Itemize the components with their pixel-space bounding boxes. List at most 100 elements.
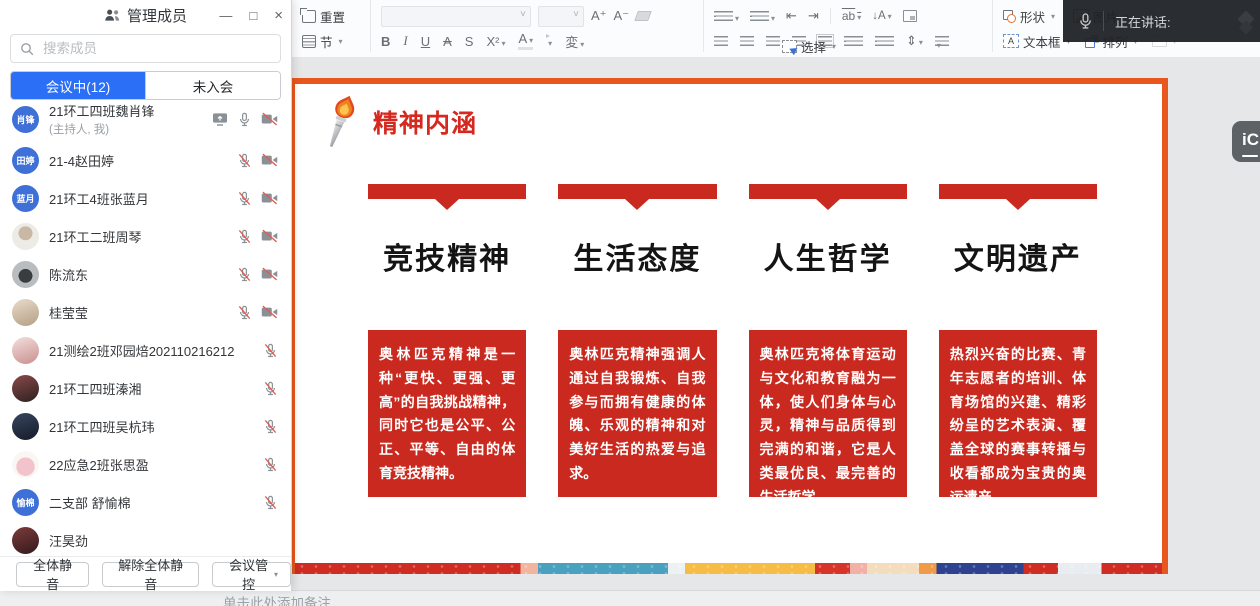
mic-off-icon[interactable]: [237, 153, 252, 168]
font-name-select[interactable]: [381, 6, 531, 27]
search-box[interactable]: [10, 34, 281, 63]
member-row[interactable]: 肖锋 21环工四班魏肖锋 (主持人, 我): [0, 97, 291, 141]
section-button[interactable]: 节: [302, 32, 343, 51]
notes-bar[interactable]: 单击此处添加备注: [0, 590, 1260, 606]
mic-off-icon[interactable]: [263, 419, 278, 434]
screenshare-icon[interactable]: [212, 112, 228, 126]
mic-off-icon[interactable]: [263, 495, 278, 510]
select-button[interactable]: 选择: [782, 37, 836, 56]
member-row[interactable]: 22应急2班张思盈: [0, 445, 291, 483]
banner-notch: [435, 199, 459, 210]
member-row[interactable]: 21环工四班溱湘: [0, 369, 291, 407]
cam-off-icon[interactable]: [261, 191, 278, 205]
cam-off-icon[interactable]: [261, 153, 278, 167]
font-size-select[interactable]: [538, 6, 584, 27]
textbox-button[interactable]: A文本框: [1003, 32, 1071, 51]
unmute-all-button[interactable]: 解除全体静音: [102, 562, 199, 587]
italic-button[interactable]: I: [403, 33, 407, 49]
pinyin-button[interactable]: 変: [565, 32, 584, 51]
mic-off-icon[interactable]: [237, 305, 252, 320]
tab-in-meeting[interactable]: 会议中(12): [11, 72, 145, 99]
panel-footer: 全体静音 解除全体静音 会议管控: [0, 556, 291, 591]
slide-column[interactable]: 竞技精神 奥林匹克精神是一种“更快、更强、更高”的自我挑战精神，同时它也是公平、…: [368, 184, 526, 497]
cam-off-icon[interactable]: [261, 305, 278, 319]
align-center-icon[interactable]: [740, 36, 754, 46]
member-row[interactable]: 田婷 21-4赵田婷: [0, 141, 291, 179]
member-status-icons: [263, 343, 278, 358]
mic-off-icon[interactable]: [263, 457, 278, 472]
search-input[interactable]: [41, 40, 280, 57]
side-floating-widget[interactable]: iC: [1232, 121, 1260, 162]
decrease-indent-button[interactable]: ⇤: [786, 8, 797, 24]
strikethrough-button[interactable]: A: [443, 34, 452, 49]
align-left-icon[interactable]: [714, 36, 728, 46]
column-body: 奥林匹克将体育运动与文化和教育融为一体，使人们身体与心灵，精神与品质得到完满的和…: [749, 330, 907, 497]
close-button[interactable]: ×: [274, 7, 283, 24]
slide-column[interactable]: 文明遗产 热烈兴奋的比赛、青年志愿者的培训、体育场馆的兴建、精彩纷呈的艺术表演、…: [939, 184, 1097, 497]
highlight-button[interactable]: [546, 34, 552, 49]
clear-format-icon[interactable]: [634, 11, 652, 21]
member-row[interactable]: 桂莹莹: [0, 293, 291, 331]
cam-off-icon[interactable]: [261, 267, 278, 281]
microphone-icon: [1078, 12, 1093, 30]
mic-off-icon[interactable]: [237, 229, 252, 244]
member-list: 肖锋 21环工四班魏肖锋 (主持人, 我) 田婷 21-4赵田婷 蓝月 21环工…: [0, 97, 291, 556]
maximize-button[interactable]: □: [249, 8, 257, 23]
paragraph-settings-icon[interactable]: [935, 36, 949, 46]
member-row[interactable]: 蓝月 21环工4班张蓝月: [0, 179, 291, 217]
member-name: 21环工四班溱湘: [49, 379, 263, 398]
slide-title[interactable]: 精神内涵: [373, 104, 477, 140]
member-row[interactable]: 陈流东: [0, 255, 291, 293]
cam-off-icon[interactable]: [261, 229, 278, 243]
column-spacing-icon[interactable]: [844, 36, 863, 46]
mute-all-button[interactable]: 全体静音: [16, 562, 89, 587]
notes-placeholder: 单击此处添加备注: [223, 592, 331, 606]
minimize-button[interactable]: —: [219, 8, 232, 23]
member-row[interactable]: 愉棉 二支部 舒愉棉: [0, 483, 291, 521]
column-heading: 生活态度: [558, 234, 716, 278]
select-label: 选择: [801, 37, 826, 56]
mic-off-icon[interactable]: [237, 267, 252, 282]
member-status-icons: [237, 305, 278, 320]
avatar: 蓝月: [12, 185, 39, 212]
vertical-text-button[interactable]: ↓A: [872, 10, 891, 22]
tab-not-joined[interactable]: 未入会: [145, 72, 280, 99]
member-row[interactable]: 21测绘2班邓园焙202110216212: [0, 331, 291, 369]
shapes-button[interactable]: 形状: [1003, 7, 1055, 26]
numbered-list-button[interactable]: [750, 9, 775, 24]
member-row[interactable]: 21环工四班吴杭玮: [0, 407, 291, 445]
reset-button[interactable]: 重置: [302, 7, 345, 26]
mic-off-icon[interactable]: [263, 381, 278, 396]
mic-off-icon[interactable]: [263, 343, 278, 358]
superscript-button[interactable]: X²: [486, 34, 505, 49]
line-spacing-button[interactable]: ⇕: [906, 33, 923, 49]
underline-button[interactable]: U: [421, 34, 430, 49]
slide-column[interactable]: 生活态度 奥林匹克精神强调人通过自我锻炼、自我参与而拥有健康的体魄、乐观的精神和…: [558, 184, 716, 497]
slide-columns: 竞技精神 奥林匹克精神是一种“更快、更强、更高”的自我挑战精神，同时它也是公平、…: [368, 184, 1097, 497]
font-color-button[interactable]: A: [518, 33, 533, 50]
cam-off-icon[interactable]: [261, 112, 278, 126]
member-name: 陈流东: [49, 265, 237, 284]
bullet-list-button[interactable]: [714, 9, 739, 24]
mic-on-icon[interactable]: [237, 112, 252, 127]
avatar: [12, 261, 39, 288]
toolbar-group-font: A⁺ A⁻ B I U A S X² A 変: [371, 0, 704, 52]
smartart-convert-icon[interactable]: [903, 10, 917, 22]
decrease-font-button[interactable]: A⁻: [614, 8, 630, 24]
member-row[interactable]: 汪昊劲: [0, 521, 291, 556]
row-spacing-icon[interactable]: [875, 36, 894, 46]
mic-off-icon[interactable]: [237, 191, 252, 206]
member-row[interactable]: 21环工二班周琴: [0, 217, 291, 255]
increase-indent-button[interactable]: ⇥: [808, 8, 819, 24]
slide-column[interactable]: 人生哲学 奥林匹克将体育运动与文化和教育融为一体，使人们身体与心灵，精神与品质得…: [749, 184, 907, 497]
align-right-icon[interactable]: [766, 36, 780, 46]
slide-canvas[interactable]: 精神内涵 竞技精神 奥林匹克精神是一种“更快、更强、更高”的自我挑战精神，同时它…: [289, 78, 1168, 574]
bold-button[interactable]: B: [381, 34, 390, 49]
meeting-control-button[interactable]: 会议管控: [212, 562, 291, 587]
shadow-button[interactable]: S: [465, 34, 474, 49]
search-icon: [20, 42, 34, 56]
shapes-icon: [1003, 10, 1016, 23]
increase-font-button[interactable]: A⁺: [591, 8, 607, 24]
overlay-divider: [1103, 11, 1104, 31]
text-direction-button[interactable]: ab: [842, 9, 861, 23]
